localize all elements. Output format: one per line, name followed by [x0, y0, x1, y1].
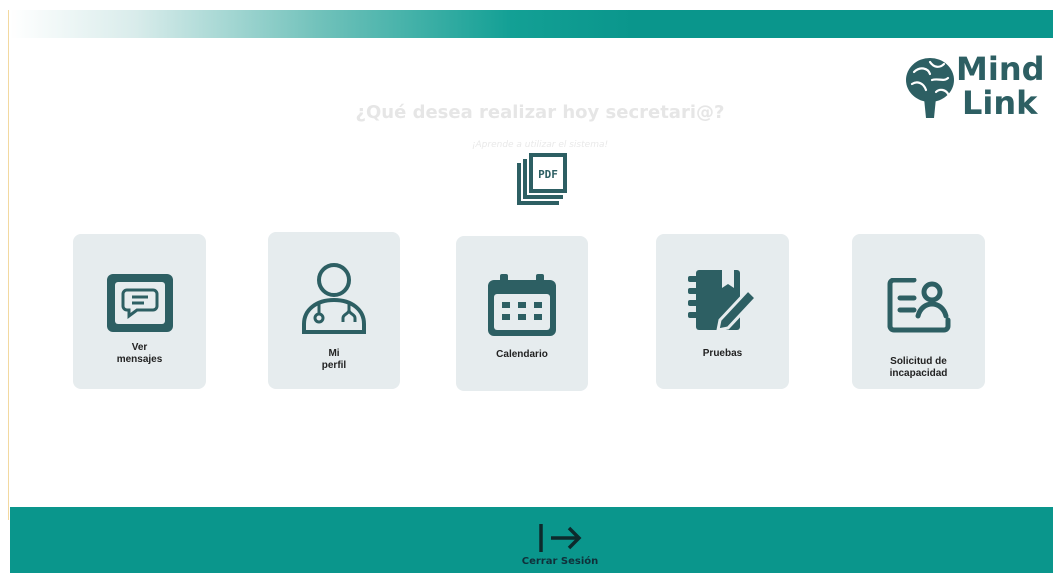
logo-word-mind: Mind: [956, 50, 1045, 88]
card-label: Solicitud de incapacidad: [889, 356, 948, 379]
card-label: Calendario: [496, 349, 548, 360]
top-bar: [10, 10, 1053, 38]
pdf-button[interactable]: PDF: [515, 153, 567, 207]
card-ver-mensajes[interactable]: Ver mensajes: [73, 234, 206, 389]
card-label: Ver mensajes: [116, 342, 163, 365]
card-label: Mi perfil: [321, 348, 347, 371]
brain-icon: [906, 58, 954, 118]
doctor-icon: [302, 263, 366, 334]
logout-arrow-icon: [539, 524, 582, 552]
calendar-icon: [488, 274, 556, 336]
id-card-icon: [887, 278, 950, 333]
tutorial-link[interactable]: ¡Aprende a utilizar el sistema!: [300, 140, 780, 150]
card-calendario[interactable]: Calendario: [456, 236, 588, 391]
svg-text:PDF: PDF: [538, 168, 558, 181]
logout-label: Cerrar Sesión: [521, 556, 599, 567]
notebook-pen-icon: [687, 270, 758, 332]
card-solicitud-incapacidad[interactable]: Solicitud de incapacidad: [852, 234, 985, 389]
card-mi-perfil[interactable]: Mi perfil: [268, 232, 400, 389]
pdf-icon: PDF: [517, 153, 567, 205]
page-title: ¿Qué desea realizar hoy secretari@?: [355, 102, 725, 123]
logo-word-link: Link: [962, 84, 1038, 122]
left-border: [8, 10, 9, 520]
mind-link-logo: Mind Link: [900, 50, 1053, 130]
card-pruebas[interactable]: Pruebas: [656, 234, 789, 389]
card-label: Pruebas: [702, 348, 743, 359]
message-icon: [106, 274, 173, 332]
logout-button[interactable]: Cerrar Sesión: [510, 522, 610, 572]
